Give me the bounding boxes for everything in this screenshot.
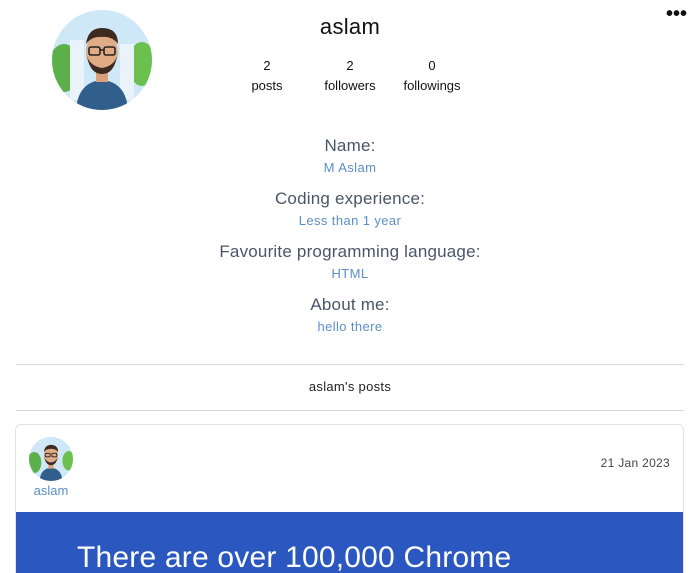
followings-label: followings bbox=[403, 78, 461, 93]
post-card[interactable]: aslam 21 Jan 2023 There are over 100,000… bbox=[15, 424, 684, 573]
posts-count: 2 bbox=[263, 58, 271, 73]
divider-top bbox=[16, 364, 684, 365]
experience-value: Less than 1 year bbox=[298, 213, 402, 228]
name-value: M Aslam bbox=[323, 160, 377, 175]
name-label: Name: bbox=[324, 136, 376, 155]
avatar-illustration-small bbox=[29, 437, 73, 481]
posts-section-heading: aslam's posts bbox=[308, 379, 392, 394]
language-value: HTML bbox=[331, 266, 369, 281]
followers-count: 2 bbox=[346, 58, 354, 73]
post-author-link[interactable]: aslam bbox=[29, 483, 73, 498]
post-author-avatar[interactable] bbox=[29, 437, 73, 481]
profile-username: aslam bbox=[319, 14, 381, 39]
post-image[interactable]: There are over 100,000 Chrome bbox=[16, 512, 683, 573]
posts-label: posts bbox=[251, 78, 283, 93]
experience-label: Coding experience: bbox=[274, 189, 426, 208]
about-label: About me: bbox=[310, 295, 390, 314]
followings-stat[interactable]: 0 followings bbox=[392, 56, 472, 96]
posts-stat: 2 posts bbox=[227, 56, 307, 96]
name-field: Name: M Aslam bbox=[0, 136, 700, 175]
language-field: Favourite programming language: HTML bbox=[0, 242, 700, 281]
followers-label: followers bbox=[324, 78, 376, 93]
language-label: Favourite programming language: bbox=[219, 242, 481, 261]
followers-stat[interactable]: 2 followers bbox=[310, 56, 390, 96]
followings-count: 0 bbox=[428, 58, 436, 73]
post-date: 21 Jan 2023 bbox=[600, 456, 670, 470]
about-value: hello there bbox=[317, 319, 383, 334]
divider-bottom bbox=[16, 410, 684, 411]
experience-field: Coding experience: Less than 1 year bbox=[0, 189, 700, 228]
post-image-text: There are over 100,000 Chrome bbox=[77, 541, 512, 573]
about-field: About me: hello there bbox=[0, 295, 700, 334]
